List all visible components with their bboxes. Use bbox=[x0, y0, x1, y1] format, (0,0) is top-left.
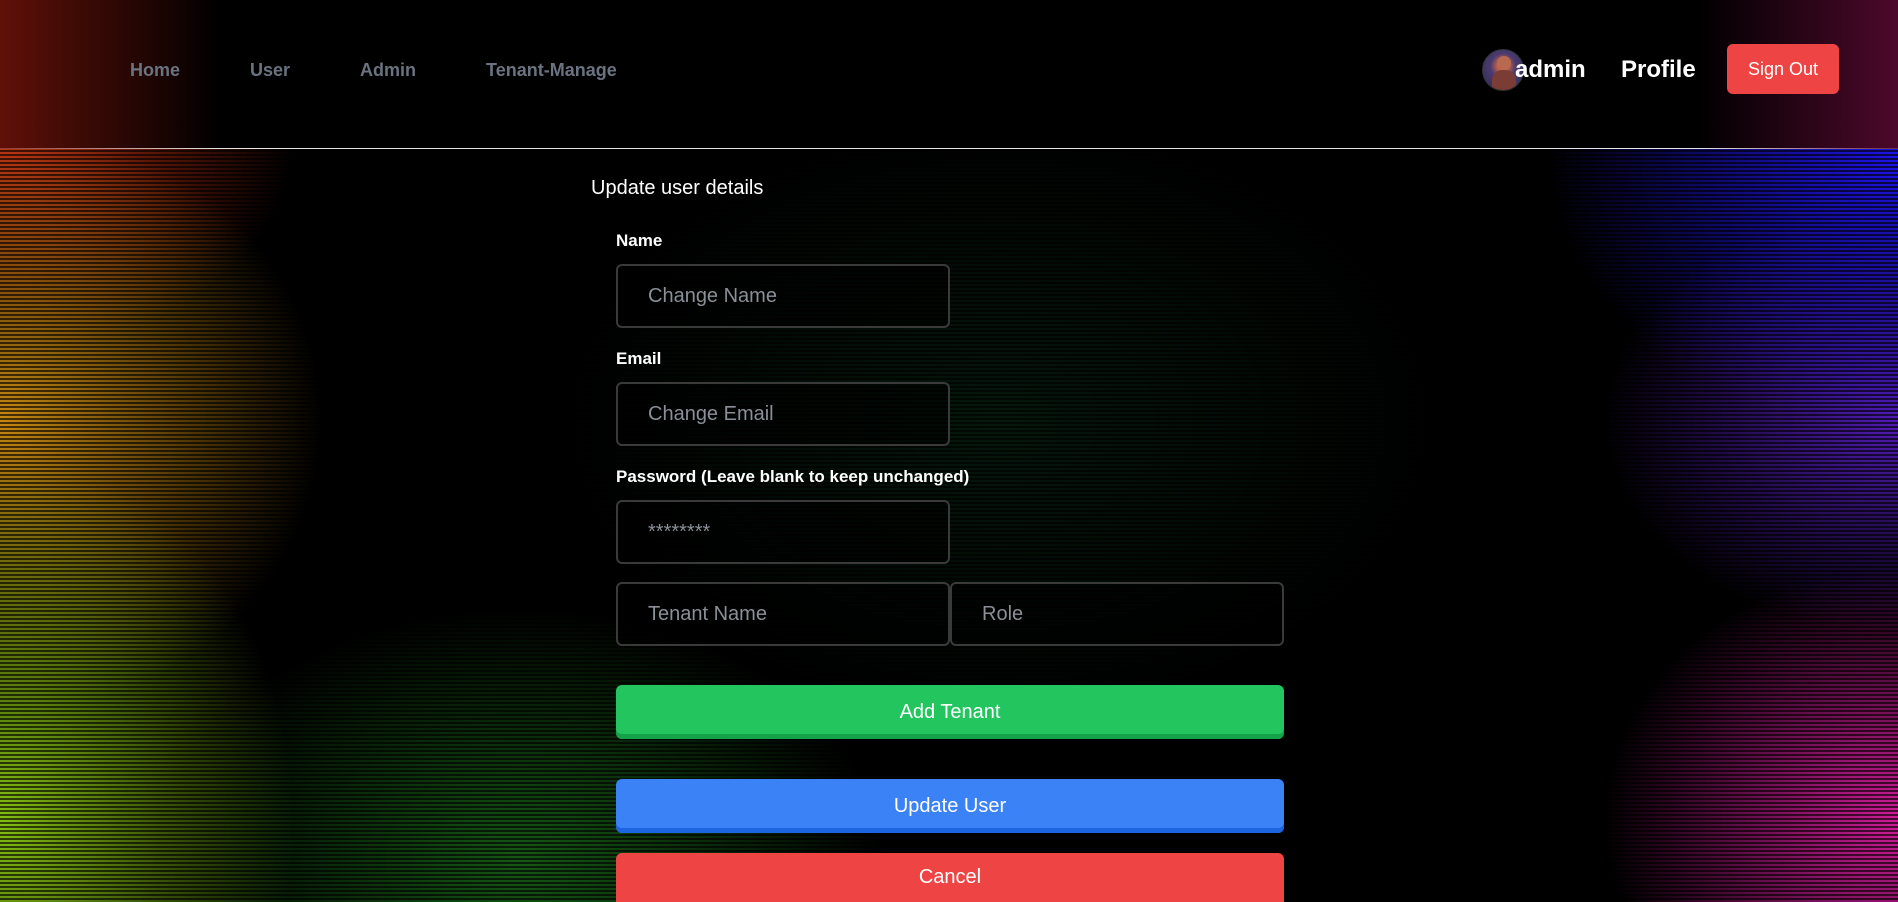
nav-home[interactable]: Home bbox=[130, 58, 180, 82]
name-input[interactable] bbox=[616, 264, 950, 328]
name-label: Name bbox=[616, 231, 663, 250]
password-input[interactable] bbox=[616, 500, 950, 564]
nav-user[interactable]: User bbox=[250, 58, 290, 82]
email-label: Email bbox=[616, 349, 662, 368]
password-label: Password (Leave blank to keep unchanged) bbox=[616, 467, 970, 486]
nav-tenant-manage[interactable]: Tenant-Manage bbox=[486, 58, 617, 82]
sign-out-button[interactable]: Sign Out bbox=[1727, 44, 1839, 94]
add-tenant-button[interactable]: Add Tenant bbox=[616, 685, 1284, 739]
role-input[interactable] bbox=[950, 582, 1284, 646]
form-title: Update user details bbox=[591, 177, 764, 199]
top-header: Home User Admin Tenant-Manage admin Prof… bbox=[0, 0, 1898, 149]
nav-admin[interactable]: Admin bbox=[360, 58, 416, 82]
main-nav: Home User Admin Tenant-Manage bbox=[130, 58, 617, 82]
page: Home User Admin Tenant-Manage admin Prof… bbox=[0, 0, 1898, 902]
tenant-name-input[interactable] bbox=[616, 582, 950, 646]
email-input[interactable] bbox=[616, 382, 950, 446]
cancel-button[interactable]: Cancel bbox=[616, 853, 1284, 902]
update-user-button[interactable]: Update User bbox=[616, 779, 1284, 833]
profile-link[interactable]: Profile bbox=[1621, 56, 1696, 84]
username: admin bbox=[1515, 56, 1586, 83]
